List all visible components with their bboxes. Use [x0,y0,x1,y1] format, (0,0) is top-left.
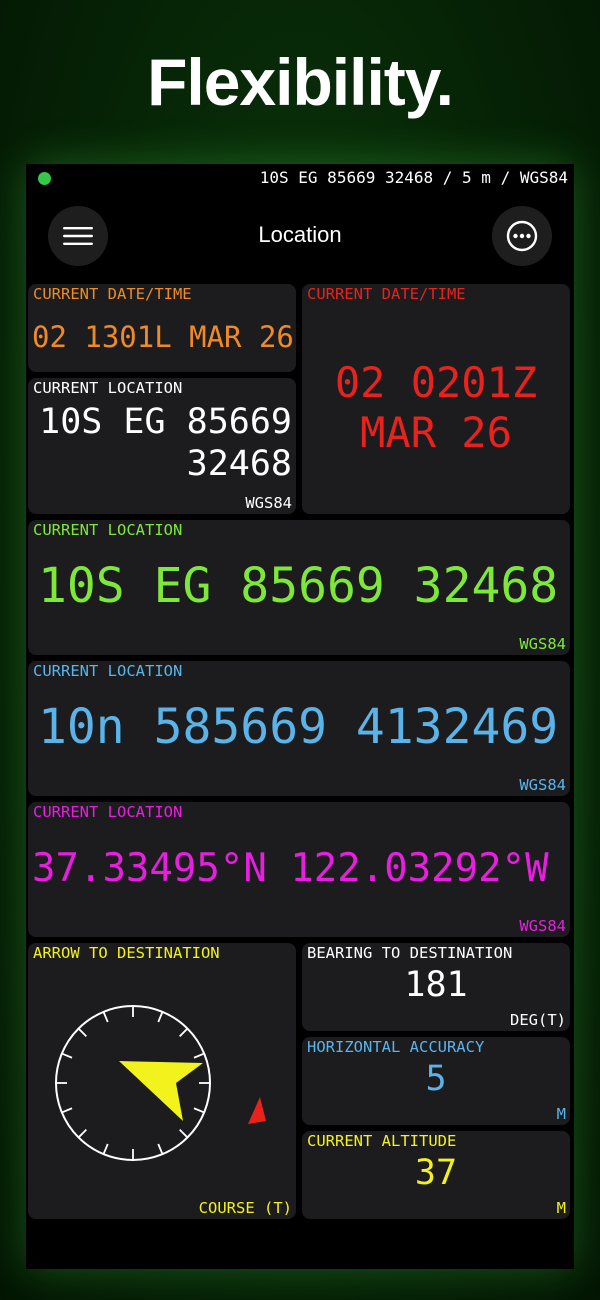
compass-tick [157,1011,164,1023]
tile-label: HORIZONTAL ACCURACY [307,1038,485,1056]
latlon-tile[interactable]: CURRENT LOCATION 37.33495°N 122.03292°W … [28,802,570,937]
headline: Flexibility. [147,45,454,119]
compass-tick [102,1143,109,1155]
compass-tick [193,1052,205,1059]
course-marker-icon [248,1097,266,1124]
compass-tick [157,1143,164,1155]
bearing-unit: DEG(T) [510,1011,566,1029]
compass-tick [102,1011,109,1023]
course-label: COURSE (T) [198,1199,292,1217]
ellipsis-circle-icon [506,220,538,252]
zulu-datetime-line1: 02 0201Z [334,358,538,407]
mgrs-small-line2: 32468 [186,444,292,484]
tile-label: CURRENT LOCATION [33,803,183,821]
compass-tick [77,1027,87,1037]
mgrs-small-line1: 10S EG 85669 [39,402,292,442]
compass-tick [61,1107,73,1114]
gps-status-indicator [38,172,51,185]
altitude-tile[interactable]: CURRENT ALTITUDE 37 M [302,1131,570,1219]
mgrs-small-tile[interactable]: CURRENT LOCATION 10S EG 85669 32468 WGS8… [28,378,296,514]
datum-label: WGS84 [245,494,292,512]
compass-ticks [56,1006,210,1160]
datum-label: WGS84 [519,635,566,653]
accuracy-unit: M [556,1105,566,1123]
mgrs-large-tile[interactable]: CURRENT LOCATION 10S EG 85669 32468 WGS8… [28,520,570,655]
latlon-value: 37.33495°N 122.03292°W [32,846,549,891]
compass-tick [61,1052,73,1059]
altitude-unit: M [556,1199,566,1217]
compass-tick [77,1129,87,1139]
tile-label: CURRENT LOCATION [33,379,183,397]
mgrs-large-value: 10S EG 85669 32468 [38,558,559,614]
datum-label: WGS84 [519,776,566,794]
zulu-datetime-tile[interactable]: CURRENT DATE/TIME 02 0201Z MAR 26 [302,284,570,514]
accuracy-value: 5 [425,1059,447,1099]
tile-label: BEARING TO DESTINATION [307,944,513,962]
local-datetime-value: 02 1301L MAR 26 [32,320,294,354]
utm-value: 10n 585669 4132469 [38,699,559,755]
tile-label: CURRENT LOCATION [33,662,183,680]
more-options-button[interactable] [492,206,552,266]
zulu-datetime-line2: MAR 26 [360,408,512,457]
utm-tile[interactable]: CURRENT LOCATION 10n 585669 4132469 WGS8… [28,661,570,796]
bearing-value: 181 [404,965,468,1005]
phone-screen: 10S EG 85669 32468 / 5 m / WGS84 Locatio… [26,164,574,1269]
local-datetime-tile[interactable]: CURRENT DATE/TIME 02 1301L MAR 26 [28,284,296,372]
tile-label: CURRENT ALTITUDE [307,1132,457,1150]
arrow-to-destination-tile[interactable]: ARROW TO DESTINATION COURSE (T) [28,943,296,1219]
status-bar-position: 10S EG 85669 32468 / 5 m / WGS84 [259,168,568,187]
compass-tick [179,1027,189,1037]
tile-label: CURRENT LOCATION [33,521,183,539]
bearing-tile[interactable]: BEARING TO DESTINATION 181 DEG(T) [302,943,570,1031]
tile-label: CURRENT DATE/TIME [33,285,192,303]
destination-arrow-icon [119,1061,203,1121]
altitude-value: 37 [414,1153,458,1193]
tile-label: CURRENT DATE/TIME [307,285,466,303]
compass-dial [55,1005,266,1161]
datum-label: WGS84 [519,917,566,935]
compass-tick [179,1129,189,1139]
compass-tick [193,1107,205,1114]
horizontal-accuracy-tile[interactable]: HORIZONTAL ACCURACY 5 M [302,1037,570,1125]
